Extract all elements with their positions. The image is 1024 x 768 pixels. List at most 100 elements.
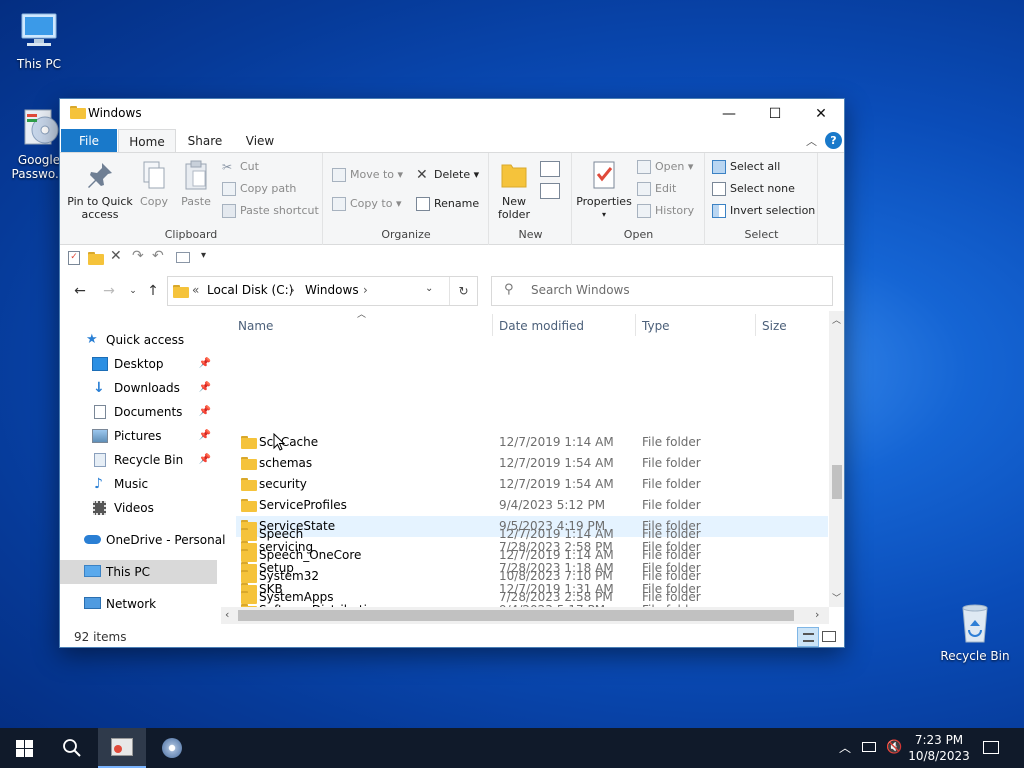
paste-button[interactable]: Paste	[176, 159, 216, 208]
delete-qat-icon[interactable]: ✕	[110, 248, 122, 264]
redo-qat-icon[interactable]: ↷	[132, 248, 144, 264]
file-type: File folder	[642, 569, 701, 583]
nav-label: OneDrive - Personal	[106, 533, 226, 547]
forward-button[interactable]: →	[99, 281, 119, 301]
network-icon	[84, 597, 101, 609]
windows-logo-icon	[15, 739, 33, 757]
recycle-bin-icon	[94, 453, 106, 467]
pin-icon[interactable]: 📌	[199, 448, 211, 472]
cloud-icon	[84, 535, 101, 544]
nav-pictures[interactable]: Pictures 📌	[60, 424, 217, 448]
file-name: Speech	[259, 527, 304, 541]
search-icon	[63, 739, 81, 757]
file-date: 7/28/2023 2:58 PM	[499, 590, 613, 604]
scroll-down-arrow[interactable]: ﹀	[832, 591, 841, 604]
undo-qat-icon[interactable]: ↶	[152, 248, 164, 264]
taskbar-app-explorer[interactable]	[98, 728, 146, 768]
status-bar: 92 items	[60, 627, 844, 647]
desktop-icon	[92, 357, 108, 371]
customize-qat-icon[interactable]: ▾	[201, 250, 206, 261]
download-arrow-icon: ↓	[93, 380, 105, 396]
table-row[interactable]: Speech_OneCore 12/7/2019 1:14 AM File fo…	[236, 545, 828, 566]
computer-icon	[17, 10, 61, 54]
nav-desktop[interactable]: Desktop 📌	[60, 352, 217, 376]
recent-locations-button[interactable]: ⌄	[123, 281, 143, 301]
folder-icon	[241, 549, 257, 562]
start-button[interactable]	[0, 728, 48, 768]
nav-videos[interactable]: Videos	[60, 496, 217, 520]
show-hidden-icons-button[interactable]: ︿	[839, 728, 851, 768]
properties-qat-icon[interactable]: ✓	[68, 251, 80, 265]
nav-this-pc[interactable]: This PC	[60, 560, 217, 584]
file-name: Speech_OneCore	[259, 548, 362, 562]
nav-network[interactable]: Network	[60, 592, 217, 616]
installer-disc-icon	[17, 106, 61, 150]
nav-label: Music	[114, 477, 149, 491]
rename-qat-icon[interactable]	[176, 252, 190, 263]
up-button[interactable]: ↑	[143, 281, 163, 301]
vertical-scrollbar[interactable]: ︿ ﹀	[829, 311, 844, 607]
nav-downloads[interactable]: ↓ Downloads 📌	[60, 376, 217, 400]
window-title: Windows	[88, 106, 142, 120]
nav-label: Network	[106, 597, 157, 611]
computer-icon	[84, 565, 101, 577]
scroll-thumb[interactable]	[832, 465, 842, 499]
music-note-icon: ♪	[94, 476, 103, 492]
horizontal-scrollbar[interactable]: ‹ ›	[221, 607, 829, 624]
clock[interactable]: 7:23 PM 10/8/2023	[908, 728, 970, 768]
table-row[interactable]: Speech 12/7/2019 1:14 AM File folder	[236, 524, 828, 545]
scroll-left-arrow[interactable]: ‹	[225, 608, 229, 621]
nav-label: Recycle Bin	[114, 453, 184, 467]
file-list-continued: Speech 12/7/2019 1:14 AM File folder Spe…	[236, 99, 828, 607]
tab-share[interactable]: Share	[180, 129, 230, 153]
file-date: 10/8/2023 7:10 PM	[499, 569, 613, 583]
details-view-button[interactable]	[797, 627, 819, 647]
tab-file[interactable]: File	[61, 129, 117, 153]
search-button[interactable]	[48, 728, 96, 768]
nav-documents[interactable]: Documents 📌	[60, 400, 217, 424]
nav-recycle-bin[interactable]: Recycle Bin 📌	[60, 448, 217, 472]
large-icons-view-button[interactable]	[821, 630, 837, 644]
pin-label: Pin to Quick access	[67, 195, 133, 221]
nav-label: Videos	[114, 501, 154, 515]
scroll-thumb[interactable]	[238, 610, 794, 621]
pin-icon[interactable]: 📌	[199, 424, 211, 448]
folder-icon	[241, 591, 257, 604]
volume-muted-icon[interactable]: 🔇	[886, 728, 902, 768]
nav-quick-access[interactable]: ★ Quick access	[60, 328, 217, 352]
network-icon[interactable]	[862, 728, 876, 768]
desktop-icon-this-pc[interactable]: This PC	[1, 10, 77, 71]
nav-onedrive[interactable]: OneDrive - Personal	[60, 528, 225, 552]
nav-label: Downloads	[114, 381, 180, 395]
scroll-up-arrow[interactable]: ︿	[832, 313, 841, 326]
file-explorer-window: Windows — ☐ ✕ File Home Share View ︿ ? P…	[59, 98, 845, 648]
pin-icon[interactable]: 📌	[199, 376, 211, 400]
file-type: File folder	[642, 590, 701, 604]
tab-home[interactable]: Home	[118, 129, 176, 153]
recycle-bin-icon	[953, 602, 997, 646]
pin-icon[interactable]: 📌	[199, 352, 211, 376]
taskbar-app-installer[interactable]	[148, 728, 196, 768]
folder-icon	[70, 106, 86, 119]
nav-music[interactable]: ♪ Music	[60, 472, 217, 496]
pin-icon[interactable]: 📌	[199, 400, 211, 424]
documents-icon	[94, 405, 106, 419]
notifications-button[interactable]	[983, 728, 1001, 768]
copy-path-icon	[222, 182, 236, 196]
file-type: File folder	[642, 548, 701, 562]
pin-quick-access-button[interactable]: Pin to Quick access	[66, 159, 134, 221]
table-row[interactable]: SystemApps 7/28/2023 2:58 PM File folder	[236, 587, 828, 607]
new-folder-qat-icon[interactable]	[88, 252, 104, 265]
copy-icon	[138, 159, 170, 191]
file-type: File folder	[642, 527, 701, 541]
address-overflow[interactable]: «	[192, 283, 199, 297]
item-count: 92 items	[74, 630, 127, 644]
copy-button[interactable]: Copy	[136, 159, 172, 208]
back-button[interactable]: ←	[70, 281, 90, 301]
paste-icon	[180, 159, 212, 191]
clock-date: 10/8/2023	[908, 749, 970, 763]
desktop-icon-recycle-bin[interactable]: Recycle Bin	[937, 602, 1013, 663]
scroll-right-arrow[interactable]: ›	[815, 608, 819, 621]
nav-label: Desktop	[114, 357, 164, 371]
table-row[interactable]: System32 10/8/2023 7:10 PM File folder	[236, 566, 828, 587]
